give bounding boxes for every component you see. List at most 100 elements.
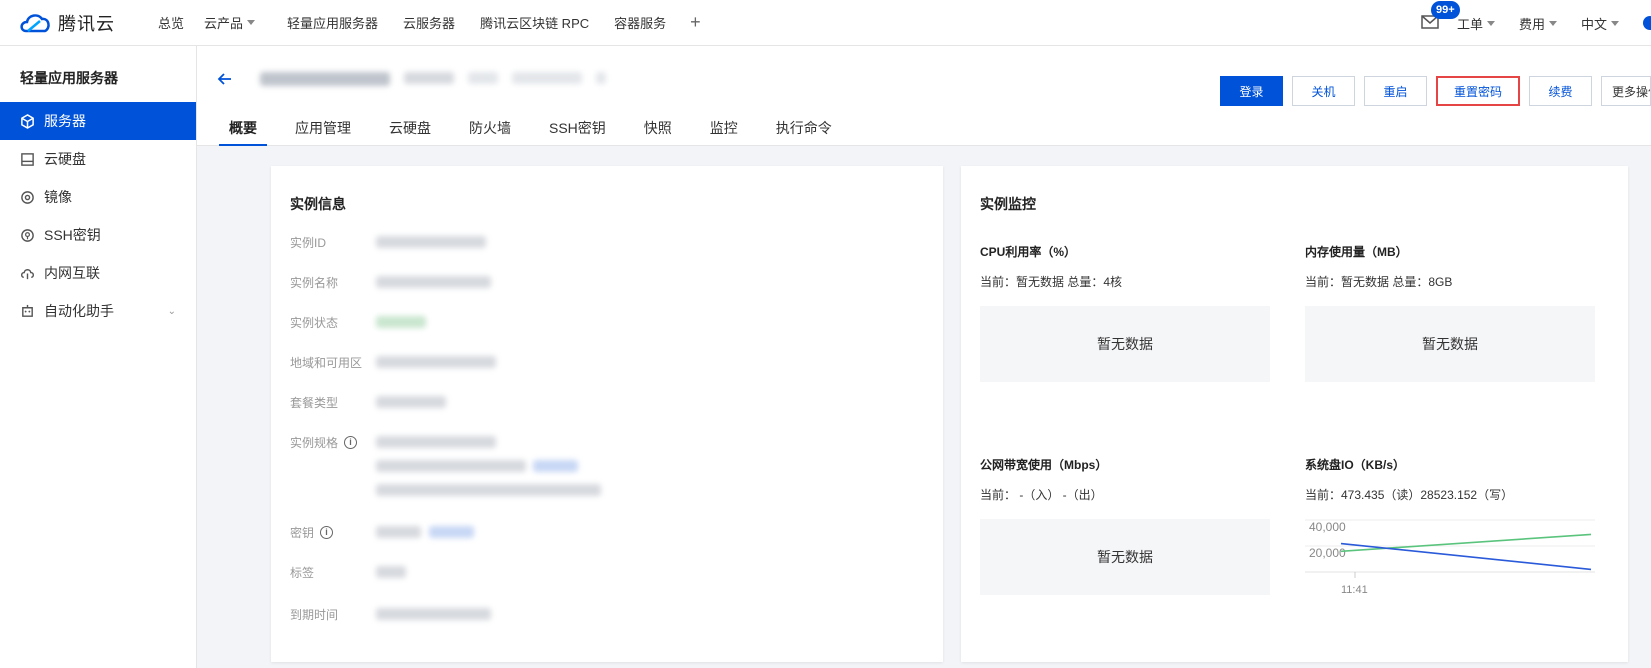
cpu-metric-summary: 当前：暂无数据 总量：4核 bbox=[980, 275, 1123, 289]
nav-ticket[interactable]: 工单 bbox=[1457, 14, 1495, 33]
sidebar-item-label: 服务器 bbox=[44, 113, 86, 129]
info-label: 密钥 bbox=[290, 526, 315, 540]
caret-down-icon bbox=[247, 20, 256, 25]
logo-text: 腾讯云 bbox=[58, 13, 115, 34]
more-actions-button[interactable]: 更多操作 bbox=[1601, 76, 1651, 106]
redacted-spec-line bbox=[376, 436, 496, 448]
instance-info-title: 实例信息 bbox=[290, 196, 346, 212]
add-shortcut-icon[interactable]: + bbox=[690, 12, 701, 33]
avatar[interactable] bbox=[1643, 16, 1651, 30]
tab-ssh-keys[interactable]: SSH密钥 bbox=[539, 116, 616, 146]
nav-lighthouse[interactable]: 轻量应用服务器 bbox=[287, 13, 378, 32]
x-tick-label: 11:41 bbox=[1341, 584, 1368, 596]
tab-monitoring[interactable]: 监控 bbox=[700, 116, 748, 146]
write-series-line bbox=[1340, 533, 1592, 553]
tab-firewall[interactable]: 防火墙 bbox=[459, 116, 521, 146]
sidebar-title: 轻量应用服务器 bbox=[20, 70, 118, 86]
tab-run-command[interactable]: 执行命令 bbox=[766, 116, 842, 146]
logo[interactable]: 腾讯云 bbox=[18, 10, 138, 36]
message-button[interactable]: 99+ bbox=[1421, 1, 1460, 31]
redacted-spec-line bbox=[376, 484, 601, 496]
nav-overview[interactable]: 总览 bbox=[158, 13, 184, 32]
redacted-key bbox=[376, 526, 421, 538]
info-label: 实例ID bbox=[290, 236, 327, 250]
info-label: 到期时间 bbox=[290, 608, 339, 622]
page-header: 登录 关机 重启 重置密码 续费 更多操作 概要 应用管理 云硬盘 防火墙 SS… bbox=[197, 46, 1651, 146]
nav-cvm[interactable]: 云服务器 bbox=[403, 13, 455, 32]
tab-snapshots[interactable]: 快照 bbox=[634, 116, 682, 146]
y-tick-label: 20,000 bbox=[1309, 546, 1346, 560]
nav-products[interactable]: 云产品 bbox=[204, 13, 256, 32]
login-button[interactable]: 登录 bbox=[1220, 76, 1283, 106]
redacted-key-link[interactable] bbox=[429, 526, 474, 538]
reset-password-button[interactable]: 重置密码 bbox=[1436, 76, 1520, 106]
sidebar-item-ssh-keys[interactable]: SSH密钥 bbox=[0, 216, 196, 254]
info-label-instance-id: 实例ID bbox=[290, 234, 326, 251]
tab-overview[interactable]: 概要 bbox=[219, 116, 267, 146]
nav-billing[interactable]: 费用 bbox=[1519, 14, 1557, 33]
caret-down-icon bbox=[1486, 20, 1495, 26]
redacted-status bbox=[376, 316, 426, 328]
redacted-tags bbox=[376, 566, 406, 578]
redacted-region bbox=[376, 356, 496, 368]
info-label: 标签 bbox=[290, 566, 315, 580]
redacted-spec-link[interactable] bbox=[533, 460, 578, 472]
y-tick-label: 40,000 bbox=[1309, 520, 1346, 534]
renew-button[interactable]: 续费 bbox=[1529, 76, 1592, 106]
sidebar-item-servers[interactable]: 服务器 bbox=[0, 102, 196, 140]
nav-blockchain-rpc[interactable]: 腾讯云区块链 RPC bbox=[480, 13, 589, 32]
image-icon bbox=[21, 190, 34, 204]
network-icon bbox=[21, 268, 34, 279]
info-label-plan-type: 套餐类型 bbox=[290, 394, 338, 411]
info-label: 地域和可用区 bbox=[290, 356, 363, 370]
sidebar-item-network[interactable]: 内网互联 bbox=[0, 254, 196, 292]
sidebar-item-images[interactable]: 镜像 bbox=[0, 178, 196, 216]
instance-monitor-title: 实例监控 bbox=[980, 196, 1036, 212]
key-icon bbox=[21, 228, 34, 242]
tab-app-management[interactable]: 应用管理 bbox=[285, 116, 361, 146]
memory-metric-title: 内存使用量（MB） bbox=[1305, 245, 1408, 259]
nav-language-label: 中文 bbox=[1580, 16, 1607, 32]
message-count-badge: 99+ bbox=[1430, 1, 1460, 19]
sidebar-item-label: 镜像 bbox=[44, 189, 72, 205]
info-label-expiry: 到期时间 bbox=[290, 606, 338, 623]
redacted-text bbox=[512, 72, 582, 84]
info-label-region: 地域和可用区 bbox=[290, 354, 362, 371]
info-icon[interactable]: i bbox=[320, 526, 334, 539]
info-label: 实例规格 bbox=[290, 436, 339, 450]
memory-no-data: 暂无数据 bbox=[1305, 306, 1595, 382]
disk-io-metric-title: 系统盘IO（KB/s） bbox=[1305, 458, 1406, 472]
disk-io-metric-summary: 当前：473.435（读）28523.152（写） bbox=[1305, 488, 1514, 502]
redacted-spec-line bbox=[376, 460, 526, 472]
back-arrow-icon[interactable] bbox=[217, 71, 233, 87]
instance-monitor-card: 实例监控 CPU利用率（%） 当前：暂无数据 总量：4核 暂无数据 内存使用量（… bbox=[961, 166, 1628, 662]
disk-io-chart: 40,000 20,000 11:41 bbox=[1305, 519, 1595, 596]
memory-metric-summary: 当前：暂无数据 总量：8GB bbox=[1305, 275, 1453, 289]
cloud-logo-icon bbox=[20, 13, 50, 32]
sidebar-item-disks[interactable]: 云硬盘 bbox=[0, 140, 196, 178]
redacted-plan-type bbox=[376, 396, 446, 408]
nav-products-label: 云产品 bbox=[204, 16, 244, 31]
chevron-down-icon[interactable]: ⌄ bbox=[168, 306, 176, 317]
redacted-expiry bbox=[376, 608, 491, 620]
info-label-status: 实例状态 bbox=[290, 314, 338, 331]
redacted-text bbox=[260, 72, 390, 86]
info-icon[interactable]: i bbox=[344, 436, 358, 449]
sidebar-item-label: 自动化助手 bbox=[44, 303, 114, 319]
tab-bar: 概要 应用管理 云硬盘 防火墙 SSH密钥 快照 监控 执行命令 bbox=[219, 116, 860, 146]
redacted-instance-name bbox=[376, 276, 491, 288]
sidebar-item-automation[interactable]: 自动化助手 ⌄ bbox=[0, 292, 196, 330]
redacted-text bbox=[468, 72, 498, 84]
restart-button[interactable]: 重启 bbox=[1364, 76, 1427, 106]
nav-billing-label: 费用 bbox=[1518, 16, 1545, 32]
top-navbar: 腾讯云 总览 云产品 轻量应用服务器 云服务器 腾讯云区块链 RPC 容器服务 … bbox=[0, 0, 1651, 46]
tab-disks[interactable]: 云硬盘 bbox=[379, 116, 441, 146]
nav-language[interactable]: 中文 bbox=[1581, 14, 1619, 33]
caret-down-icon bbox=[1611, 20, 1619, 26]
shutdown-button[interactable]: 关机 bbox=[1292, 76, 1355, 106]
nav-ticket-label: 工单 bbox=[1456, 16, 1483, 32]
nav-container[interactable]: 容器服务 bbox=[614, 13, 666, 32]
cpu-metric-title: CPU利用率（%） bbox=[980, 245, 1077, 259]
info-label-tags: 标签 bbox=[290, 564, 314, 581]
cpu-no-data: 暂无数据 bbox=[980, 306, 1270, 382]
